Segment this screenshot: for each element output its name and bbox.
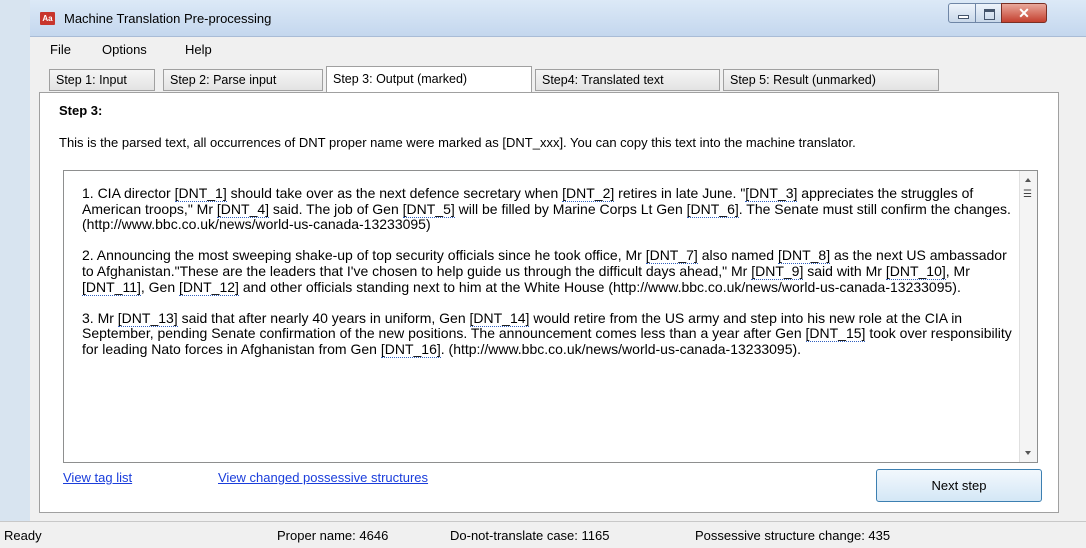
close-icon: ✕ xyxy=(1018,5,1030,21)
dnt-tag: [DNT_8] xyxy=(777,247,831,265)
output-textarea[interactable]: 1. CIA director [DNT_1] should take over… xyxy=(63,170,1038,463)
dnt-tag: [DNT_6] xyxy=(686,200,739,218)
status-bar: Ready Proper name: 4646 Do-not-translate… xyxy=(0,521,1086,548)
output-text-segment: will be filled by Marine Corps Lt Gen xyxy=(454,200,687,217)
tab-step-2-parse-input[interactable]: Step 2: Parse input xyxy=(163,69,323,91)
menu-bar: File Options Help xyxy=(30,37,1086,59)
dnt-tag: [DNT_15] xyxy=(805,325,866,343)
output-text-segment: should take over as the next defence sec… xyxy=(226,185,563,201)
menu-options[interactable]: Options xyxy=(102,42,147,57)
next-step-button[interactable]: Next step xyxy=(876,469,1042,502)
output-text-segment: and other officials standing next to him… xyxy=(238,278,961,295)
output-text-segment: said with Mr xyxy=(803,262,886,279)
dnt-tag: [DNT_5] xyxy=(402,200,455,218)
output-text-segment: 3. Mr xyxy=(82,309,118,326)
maximize-button[interactable] xyxy=(975,3,1002,23)
output-paragraph: 2. Announcing the most sweeping shake-up… xyxy=(82,247,1014,296)
dnt-tag: [DNT_12] xyxy=(179,278,239,296)
status-dnt-case: Do-not-translate case: 1165 xyxy=(450,528,610,543)
scroll-up-icon[interactable] xyxy=(1025,178,1031,182)
menu-help[interactable]: Help xyxy=(185,42,212,57)
close-button[interactable]: ✕ xyxy=(1001,3,1047,23)
output-text[interactable]: 1. CIA director [DNT_1] should take over… xyxy=(82,185,1014,373)
view-possessive-structures-link[interactable]: View changed possessive structures xyxy=(218,470,428,485)
status-ready: Ready xyxy=(4,528,42,543)
tab-step-1-input[interactable]: Step 1: Input xyxy=(49,69,155,91)
scroll-down-icon[interactable] xyxy=(1025,451,1031,455)
dnt-tag: [DNT_11] xyxy=(82,278,141,296)
minimize-icon xyxy=(958,15,969,19)
output-paragraph: 1. CIA director [DNT_1] should take over… xyxy=(82,185,1014,233)
dnt-tag: [DNT_14] xyxy=(469,309,530,327)
vertical-scrollbar[interactable]: ☰ xyxy=(1019,171,1037,462)
status-possessive: Possessive structure change: 435 xyxy=(695,528,891,543)
dnt-tag: [DNT_10] xyxy=(885,262,946,280)
dnt-tag: [DNT_16] xyxy=(380,340,441,358)
menu-file[interactable]: File xyxy=(50,42,71,57)
dnt-tag: [DNT_7] xyxy=(645,247,698,265)
output-text-segment: also named xyxy=(697,247,778,264)
tab-step-5-result-unmarked[interactable]: Step 5: Result (unmarked) xyxy=(723,69,939,91)
output-text-segment: , Gen xyxy=(140,278,180,295)
scroll-grip-icon[interactable]: ☰ xyxy=(1023,189,1032,200)
dnt-tag: [DNT_3] xyxy=(745,185,798,202)
dnt-tag: [DNT_1] xyxy=(174,185,227,202)
maximize-icon xyxy=(984,9,995,20)
output-text-segment: retires in late June. " xyxy=(614,185,746,201)
output-text-segment: said that after nearly 40 years in unifo… xyxy=(177,309,470,326)
output-text-segment: said. The job of Gen xyxy=(269,200,403,217)
title-bar[interactable]: Aa Machine Translation Pre-processing ✕ xyxy=(30,0,1086,37)
step-description: This is the parsed text, all occurrences… xyxy=(59,135,856,150)
output-text-segment: 2. Announcing the most sweeping shake-up… xyxy=(82,247,646,264)
minimize-button[interactable] xyxy=(948,3,976,23)
tab-step-4-translated-text[interactable]: Step4: Translated text xyxy=(535,69,720,91)
window-title: Machine Translation Pre-processing xyxy=(64,11,272,26)
dnt-tag: [DNT_9] xyxy=(751,262,804,280)
dnt-tag: [DNT_13] xyxy=(117,309,178,327)
dnt-tag: [DNT_2] xyxy=(562,185,615,202)
step-title: Step 3: xyxy=(59,103,103,118)
dnt-tag: [DNT_4] xyxy=(216,200,270,218)
output-text-segment: , Mr xyxy=(945,262,970,279)
output-text-segment: 1. CIA director xyxy=(82,185,175,201)
app-icon: Aa xyxy=(40,12,55,25)
output-paragraph: 3. Mr [DNT_13] said that after nearly 40… xyxy=(82,309,1014,358)
view-tag-list-link[interactable]: View tag list xyxy=(63,470,132,485)
status-proper-name: Proper name: 4646 xyxy=(277,528,389,543)
tab-step-3-output-marked[interactable]: Step 3: Output (marked) xyxy=(326,66,532,93)
output-text-segment: . (http://www.bbc.co.uk/news/world-us-ca… xyxy=(440,340,802,357)
